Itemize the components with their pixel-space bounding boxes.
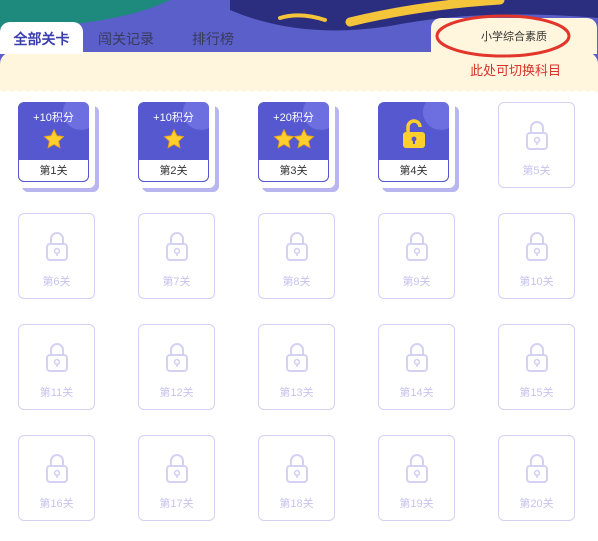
level-card-17: 第17关 xyxy=(138,435,215,521)
level-card-2[interactable]: +10积分第2关 xyxy=(138,102,215,188)
level-label: 第5关 xyxy=(522,165,551,177)
level-label: 第17关 xyxy=(159,498,194,510)
level-label: 第13关 xyxy=(279,387,314,399)
lock-icon xyxy=(45,454,68,483)
level-label: 第1关 xyxy=(18,160,89,182)
lock-icon xyxy=(165,232,188,261)
level-label: 第11关 xyxy=(39,387,74,399)
unlock-icon-wrap xyxy=(378,118,449,155)
level-card-1[interactable]: +10积分第1关 xyxy=(18,102,95,188)
lock-icon-wrap xyxy=(139,452,214,489)
points-label: +10积分 xyxy=(33,112,74,124)
lock-icon-wrap xyxy=(379,230,454,267)
level-card-8: 第8关 xyxy=(258,213,335,299)
level-card-15: 第15关 xyxy=(498,324,575,410)
level-label: 第18关 xyxy=(279,498,314,510)
lock-icon-wrap xyxy=(499,230,574,267)
level-card-12: 第12关 xyxy=(138,324,215,410)
lock-icon-wrap xyxy=(499,452,574,489)
level-card-16: 第16关 xyxy=(18,435,95,521)
level-card-7: 第7关 xyxy=(138,213,215,299)
level-label: 第16关 xyxy=(39,498,74,510)
level-card-11: 第11关 xyxy=(18,324,95,410)
level-label: 第3关 xyxy=(258,160,329,182)
star-rating xyxy=(258,128,329,155)
lock-icon-wrap xyxy=(259,230,334,267)
lock-icon xyxy=(285,232,308,261)
lock-icon xyxy=(285,343,308,372)
level-label: 第20关 xyxy=(519,498,554,510)
lock-icon xyxy=(405,232,428,261)
highlight-ellipse-annotation xyxy=(435,14,571,58)
star-icon xyxy=(273,128,294,149)
points-label: +20积分 xyxy=(273,112,314,124)
level-label: 第9关 xyxy=(402,276,431,288)
level-card-19: 第19关 xyxy=(378,435,455,521)
lock-icon xyxy=(525,343,548,372)
level-label: 第14关 xyxy=(399,387,434,399)
lock-icon xyxy=(525,232,548,261)
star-icon xyxy=(43,128,64,149)
level-card-5: 第5关 xyxy=(498,102,575,188)
level-card-4[interactable]: 第4关 xyxy=(378,102,455,188)
star-icon xyxy=(293,128,314,149)
star-rating xyxy=(18,128,89,155)
lock-icon-wrap xyxy=(379,452,454,489)
lock-icon-wrap xyxy=(19,230,94,267)
star-icon xyxy=(163,128,184,149)
lock-icon-wrap xyxy=(139,341,214,378)
app-root: 全部关卡 闯关记录 排行榜 小学综合素质 此处可切换科目 +10积分 第1关 +10… xyxy=(0,0,598,541)
level-card-13: 第13关 xyxy=(258,324,335,410)
lock-icon-wrap xyxy=(19,341,94,378)
lock-icon-wrap xyxy=(379,341,454,378)
level-card-18: 第18关 xyxy=(258,435,335,521)
level-card-face: +20积分第3关 xyxy=(258,102,329,182)
lock-icon-wrap xyxy=(499,341,574,378)
lock-icon xyxy=(405,343,428,372)
level-label: 第12关 xyxy=(159,387,194,399)
level-label: 第19关 xyxy=(399,498,434,510)
tab-all-levels[interactable]: 全部关卡 xyxy=(0,22,83,54)
lock-icon xyxy=(165,343,188,372)
unlock-icon xyxy=(402,119,425,148)
level-grid: +10积分 第1关 +10积分 第2关 +20积分 第3关 第4关 第5关 第6关 第7关 第8关第… xyxy=(0,92,598,541)
lock-icon-wrap xyxy=(139,230,214,267)
lock-icon-wrap xyxy=(259,341,334,378)
level-card-14: 第14关 xyxy=(378,324,455,410)
points-label: +10积分 xyxy=(153,112,194,124)
tab-records[interactable]: 闯关记录 xyxy=(88,22,164,54)
lock-icon xyxy=(45,343,68,372)
lock-icon xyxy=(165,454,188,483)
level-label: 第4关 xyxy=(378,160,449,182)
level-card-face: +10积分第2关 xyxy=(138,102,209,182)
lock-icon xyxy=(285,454,308,483)
lock-icon xyxy=(525,454,548,483)
subject-switch-hint: 此处可切换科目 xyxy=(470,63,562,78)
level-card-20: 第20关 xyxy=(498,435,575,521)
level-label: 第8关 xyxy=(282,276,311,288)
level-card-10: 第10关 xyxy=(498,213,575,299)
level-label: 第7关 xyxy=(162,276,191,288)
level-label: 第10关 xyxy=(519,276,554,288)
level-card-face: +10积分第1关 xyxy=(18,102,89,182)
level-card-face: 第4关 xyxy=(378,102,449,182)
lock-icon xyxy=(45,232,68,261)
lock-icon xyxy=(525,121,548,150)
level-label: 第2关 xyxy=(138,160,209,182)
level-card-9: 第9关 xyxy=(378,213,455,299)
stamp-border xyxy=(0,84,598,92)
star-rating xyxy=(138,128,209,155)
level-card-3[interactable]: +20积分第3关 xyxy=(258,102,335,188)
lock-icon-wrap xyxy=(19,452,94,489)
lock-icon xyxy=(405,454,428,483)
tab-leaderboard[interactable]: 排行榜 xyxy=(178,22,248,54)
level-card-6: 第6关 xyxy=(18,213,95,299)
lock-icon-wrap xyxy=(499,119,574,156)
lock-icon-wrap xyxy=(259,452,334,489)
level-label: 第15关 xyxy=(519,387,554,399)
level-label: 第6关 xyxy=(42,276,71,288)
